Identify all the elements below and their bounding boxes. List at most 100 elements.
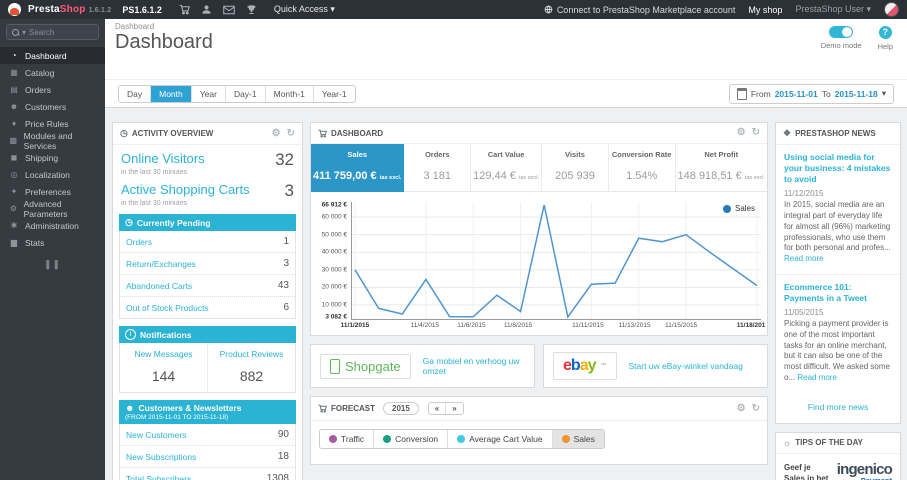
- forecast-conversion-button[interactable]: Conversion: [374, 430, 449, 448]
- activity-refresh-icon[interactable]: ↻: [287, 128, 295, 139]
- active-carts-metric[interactable]: Active Shopping Carts 3 in the last 30 mi…: [113, 176, 302, 207]
- sidebar-item-advanced-parameters[interactable]: ⚙ Advanced Parameters: [0, 199, 105, 219]
- pending-returns-row[interactable]: Return/Exchanges 3: [120, 253, 295, 275]
- demo-mode-label: Demo mode: [820, 41, 862, 50]
- x-tick-label: 11/11/2015: [572, 322, 604, 329]
- forecast-cart-icon: [318, 404, 327, 413]
- forecast-series-dot: [329, 435, 337, 443]
- marketplace-link[interactable]: Connect to PrestaShop Marketplace accoun…: [544, 5, 735, 15]
- new-customers-row[interactable]: New Customers 90: [120, 424, 295, 446]
- help-icon[interactable]: ?: [878, 26, 892, 39]
- activity-settings-icon[interactable]: ⚙: [272, 128, 281, 139]
- product-reviews-cell[interactable]: Product Reviews 882: [207, 343, 295, 392]
- topbar: PrestaShop 1.6.1.2 PS1.6.1.2 Quick Acces…: [0, 0, 907, 19]
- sidebar-item-preferences[interactable]: ✦ Preferences: [0, 183, 105, 200]
- filter-year-button[interactable]: Year: [191, 85, 226, 102]
- kpi-net-profit[interactable]: Net Profit 148 918,51 € tax excl.: [675, 144, 767, 192]
- sidebar-item-modules[interactable]: ▩ Modules and Services: [0, 131, 105, 151]
- sidebar-item-localization[interactable]: ◎ Localization: [0, 166, 105, 183]
- news-icon: ❖: [783, 128, 792, 138]
- shopgate-link[interactable]: Ga mobiel en verhoog uw omzet: [423, 356, 525, 376]
- forecast-title: FORECAST: [331, 404, 375, 413]
- online-visitors-metric[interactable]: Online Visitors 32 in the last 30 minutes: [113, 145, 302, 176]
- forecast-prev-button[interactable]: «: [429, 403, 447, 414]
- sidebar-item-administration[interactable]: ✱ Administration: [0, 217, 105, 234]
- chart-legend[interactable]: Sales: [722, 204, 755, 213]
- sidebar-item-customers[interactable]: ☻ Customers: [0, 98, 105, 115]
- sidebar-item-stats[interactable]: ▆ Stats: [0, 234, 105, 251]
- ebay-module[interactable]: ebay ™ Start uw eBay-winkel vandaag: [543, 344, 768, 388]
- customer-icon[interactable]: [201, 4, 212, 15]
- shopgate-module[interactable]: Shopgate Ga mobiel en verhoog uw omzet: [310, 344, 535, 388]
- search-icon: [12, 28, 19, 36]
- filter-year-1-button[interactable]: Year-1: [313, 85, 355, 102]
- kpi-cart-value[interactable]: Cart Value 129,44 € tax excl.: [471, 144, 543, 192]
- chart-y-axis: 66 912 € 60 000 € 50 000 € 40 000 € 30 000 €…: [311, 201, 351, 321]
- dashboard-refresh-icon[interactable]: ↻: [752, 128, 760, 138]
- dashboard-content: ◷ ACTIVITY OVERVIEW ⚙ ↻ Online Visitors 3…: [105, 108, 907, 480]
- currently-pending-list: Orders 1 Return/Exchanges 3 Abandoned Cart…: [119, 231, 296, 319]
- kpi-orders[interactable]: Orders 3 181: [404, 144, 472, 192]
- forecast-refresh-icon[interactable]: ↻: [752, 403, 760, 414]
- article-title-link[interactable]: Ecommerce 101: Payments in a Tweet: [784, 282, 892, 304]
- sidebar-collapse-button[interactable]: ❚❚: [0, 259, 105, 270]
- date-caret-icon: ▾: [881, 88, 886, 98]
- ebay-link[interactable]: Start uw eBay-winkel vandaag: [629, 361, 743, 371]
- user-avatar[interactable]: [884, 2, 899, 17]
- legend-sales-dot: [722, 204, 731, 213]
- forecast-traffic-button[interactable]: Traffic: [320, 430, 375, 448]
- sidebar-item-orders[interactable]: ▤ Orders: [0, 81, 105, 98]
- breadcrumb[interactable]: Dashboard: [115, 22, 897, 31]
- article-title-link[interactable]: Using social media for your business: 4 …: [784, 152, 892, 185]
- forecast-year[interactable]: 2015: [383, 402, 419, 415]
- pending-abandoned-carts-row[interactable]: Abandoned Carts 43: [120, 275, 295, 297]
- demo-mode-toggle[interactable]: [829, 26, 854, 38]
- pending-orders-row[interactable]: Orders 1: [120, 231, 295, 253]
- read-more-link[interactable]: Read more: [784, 254, 824, 263]
- y-tick-label: 10 000 €: [321, 301, 347, 309]
- filter-day-1-button[interactable]: Day-1: [225, 85, 266, 102]
- news-article: Ecommerce 101: Payments in a Tweet 11/05…: [776, 275, 900, 393]
- kpi-conversion-rate[interactable]: Conversion Rate 1.54%: [608, 144, 676, 192]
- brand: PrestaShop 1.6.1.2: [28, 4, 112, 15]
- tips-content: ingenico Paymentservices Geef je Sales i…: [776, 454, 900, 480]
- filter-day-button[interactable]: Day: [119, 85, 152, 102]
- pending-out-of-stock-row[interactable]: Out of Stock Products 6: [120, 297, 295, 318]
- date-range-picker[interactable]: From 2015-11-01 To 2015-11-18 ▾: [728, 83, 894, 104]
- sidebar-item-dashboard[interactable]: ◔ Dashboard: [0, 47, 105, 64]
- shipping-icon: ◼: [10, 153, 18, 162]
- dashboard-settings-icon[interactable]: ⚙: [737, 128, 746, 138]
- dashboard-icon: ◔: [11, 51, 17, 60]
- my-shop-link[interactable]: My shop: [748, 5, 782, 15]
- search-caret[interactable]: ▾: [22, 28, 26, 37]
- forecast-next-button[interactable]: »: [446, 403, 462, 414]
- advanced-parameters-icon: ⚙: [9, 204, 17, 213]
- read-more-link[interactable]: Read more: [797, 373, 837, 382]
- new-subscriptions-row[interactable]: New Subscriptions 18: [120, 446, 295, 468]
- sidebar-item-shipping[interactable]: ◼ Shipping: [0, 149, 105, 166]
- sidebar-item-catalog[interactable]: ▦ Catalog: [0, 64, 105, 81]
- ebay-letters: ebay: [563, 357, 596, 374]
- filter-month-1-button[interactable]: Month-1: [265, 85, 314, 102]
- sidebar-item-price-rules[interactable]: ♦ Price Rules: [0, 115, 105, 132]
- user-menu[interactable]: PrestaShop User ▾: [795, 4, 871, 15]
- y-tick-label: 3 082 €: [325, 313, 347, 321]
- total-subscribers-row[interactable]: Total Subscribers 1308: [120, 468, 295, 480]
- calendar-icon: [736, 87, 747, 100]
- kpi-visits[interactable]: Visits 205 939: [542, 144, 609, 192]
- quick-access-menu[interactable]: Quick Access ▾: [274, 4, 335, 15]
- cart-icon[interactable]: [179, 4, 190, 15]
- sidebar-search[interactable]: ▾ Search: [6, 24, 99, 40]
- kpi-sales[interactable]: Sales 411 759,00 € tax excl.: [311, 144, 405, 192]
- new-messages-cell[interactable]: New Messages 144: [120, 343, 207, 392]
- find-more-news-link[interactable]: Find more news: [776, 393, 900, 423]
- mail-icon[interactable]: [223, 5, 235, 15]
- page-title: Dashboard: [115, 31, 213, 53]
- filter-month-button[interactable]: Month: [151, 85, 192, 102]
- forecast-avg-cart-button[interactable]: Average Cart Value: [448, 430, 553, 448]
- forecast-settings-icon[interactable]: ⚙: [737, 403, 746, 414]
- forecast-sales-button[interactable]: Sales: [552, 430, 604, 448]
- trophy-icon[interactable]: [246, 4, 257, 15]
- preferences-icon: ✦: [10, 187, 18, 196]
- y-tick-label: 66 912 €: [321, 201, 347, 209]
